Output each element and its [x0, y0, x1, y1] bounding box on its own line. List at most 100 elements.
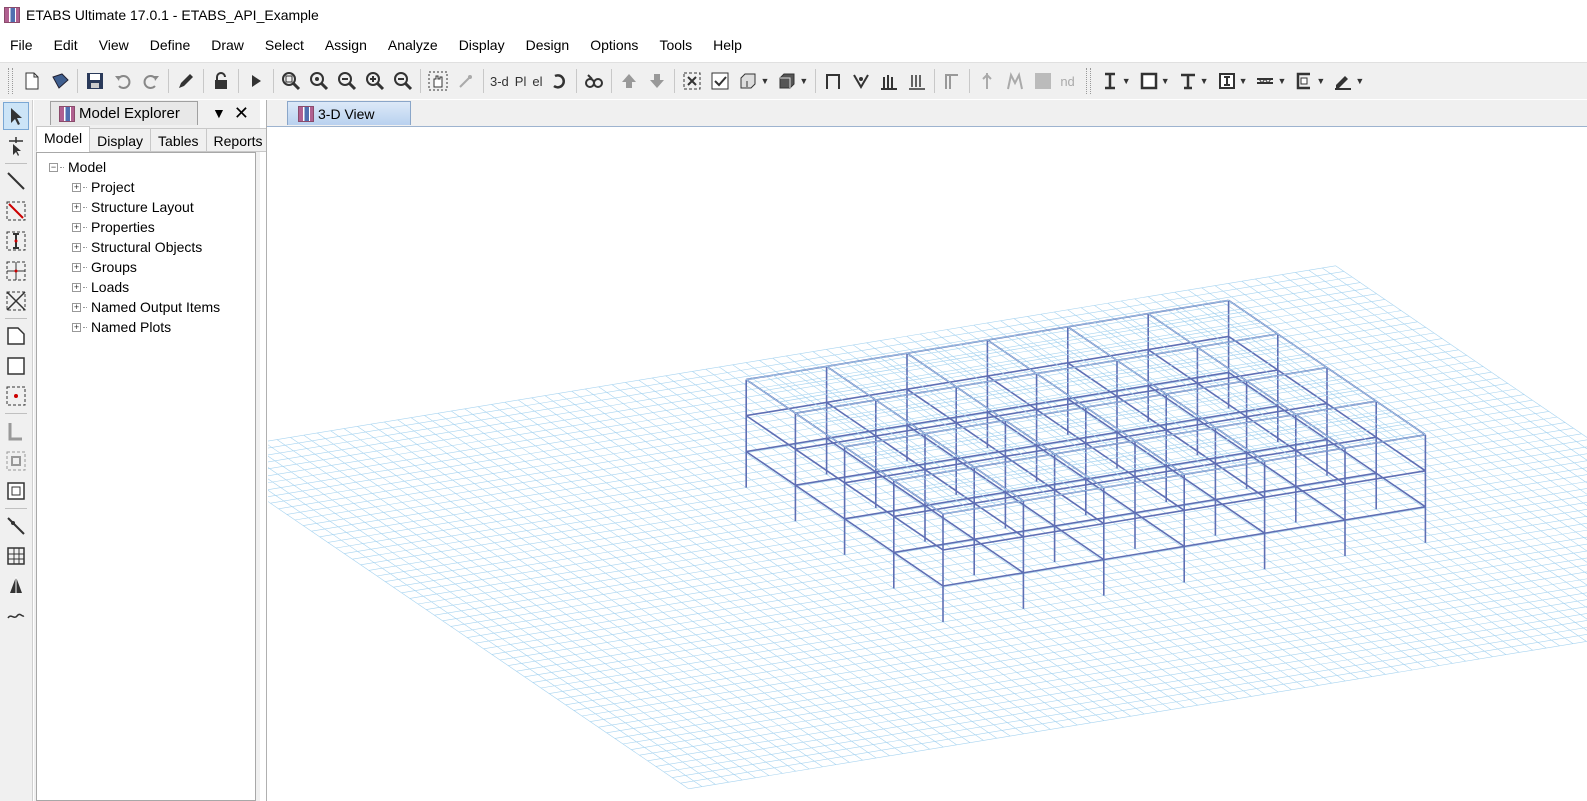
- node-label-button[interactable]: nd: [1057, 74, 1077, 89]
- zoom-out-icon[interactable]: [390, 68, 416, 94]
- dropdown-arrow-icon[interactable]: ▼: [1161, 76, 1170, 86]
- menu-tools[interactable]: Tools: [649, 37, 703, 53]
- tree-item-model[interactable]: − Model: [49, 157, 106, 177]
- frame-icon[interactable]: [820, 68, 846, 94]
- load-icon[interactable]: [904, 68, 930, 94]
- zoom-restore-icon[interactable]: [306, 68, 332, 94]
- menu-select[interactable]: Select: [255, 37, 315, 53]
- draw-brace-region-icon[interactable]: [3, 287, 29, 315]
- dropdown-arrow-icon[interactable]: ▼: [1200, 76, 1209, 86]
- tab-model[interactable]: Model: [36, 126, 91, 152]
- rotate-icon[interactable]: [546, 68, 572, 94]
- dropdown-arrow-icon[interactable]: ▼: [760, 76, 769, 86]
- perspective-icon[interactable]: [581, 68, 607, 94]
- tree-item-structural-objects[interactable]: + Structural Objects: [72, 237, 202, 257]
- draw-wall-icon[interactable]: [3, 417, 29, 445]
- tree-item-groups[interactable]: + Groups: [72, 257, 137, 277]
- lock-icon[interactable]: [208, 68, 234, 94]
- box-section-icon[interactable]: [1136, 68, 1162, 94]
- draw-opening-icon[interactable]: [3, 477, 29, 505]
- zoom-in-icon[interactable]: [362, 68, 388, 94]
- spring-icon[interactable]: [1002, 68, 1028, 94]
- expand-icon[interactable]: +: [72, 202, 81, 212]
- menu-draw[interactable]: Draw: [201, 37, 255, 53]
- move-down-icon[interactable]: [644, 68, 670, 94]
- channel-section-icon[interactable]: [1291, 68, 1317, 94]
- tree-item-loads[interactable]: + Loads: [72, 277, 129, 297]
- etabs-app-icon[interactable]: [4, 7, 20, 23]
- dropdown-arrow-icon[interactable]: ▼: [799, 76, 808, 86]
- tab-reports[interactable]: Reports: [205, 128, 271, 152]
- mass-icon[interactable]: [1030, 68, 1056, 94]
- i-section-icon[interactable]: [1097, 68, 1123, 94]
- dropdown-arrow-icon[interactable]: ▼: [1277, 76, 1286, 86]
- set-display-options-icon[interactable]: [707, 68, 733, 94]
- menu-analyze[interactable]: Analyze: [378, 37, 449, 53]
- tree-item-named-output-items[interactable]: + Named Output Items: [72, 297, 220, 317]
- menu-file[interactable]: File: [0, 37, 44, 53]
- menu-display[interactable]: Display: [449, 37, 516, 53]
- model-explorer-tab[interactable]: Model Explorer: [50, 101, 198, 125]
- select-pointer-icon[interactable]: [453, 68, 479, 94]
- expand-icon[interactable]: +: [72, 262, 81, 272]
- run-icon[interactable]: [243, 68, 269, 94]
- 3d-model-canvas[interactable]: [268, 127, 1587, 801]
- draw-secondary-beam-icon[interactable]: [3, 257, 29, 285]
- draw-frame-icon[interactable]: [3, 167, 29, 195]
- i-box-section-icon[interactable]: [1214, 68, 1240, 94]
- object-shrink-icon[interactable]: [679, 68, 705, 94]
- zoom-window-icon[interactable]: [278, 68, 304, 94]
- dropdown-arrow-icon[interactable]: ▼: [1122, 76, 1131, 86]
- expand-icon[interactable]: +: [72, 182, 81, 192]
- menu-define[interactable]: Define: [140, 37, 201, 53]
- draw-column-region-icon[interactable]: [3, 227, 29, 255]
- elevation-view-button[interactable]: el: [529, 74, 545, 89]
- menu-help[interactable]: Help: [703, 37, 753, 53]
- menu-edit[interactable]: Edit: [44, 37, 89, 53]
- 3d-view-button[interactable]: 3-d: [487, 74, 512, 89]
- new-file-icon[interactable]: [19, 68, 45, 94]
- tree-item-properties[interactable]: + Properties: [72, 217, 155, 237]
- collapse-icon[interactable]: −: [49, 162, 58, 172]
- tab-3d-view[interactable]: 3-D View: [287, 101, 411, 125]
- panel-menu-dropdown-icon[interactable]: ▼: [212, 105, 226, 121]
- column-icon[interactable]: [876, 68, 902, 94]
- extrude-view-icon[interactable]: [774, 68, 800, 94]
- expand-icon[interactable]: +: [72, 242, 81, 252]
- move-up-icon[interactable]: [616, 68, 642, 94]
- zoom-previous-icon[interactable]: [334, 68, 360, 94]
- expand-icon[interactable]: +: [72, 302, 81, 312]
- menu-design[interactable]: Design: [516, 37, 581, 53]
- tee-section-icon[interactable]: [1175, 68, 1201, 94]
- tree-item-named-plots[interactable]: + Named Plots: [72, 317, 171, 337]
- dropdown-arrow-icon[interactable]: ▼: [1316, 76, 1325, 86]
- draw-reference-line-icon[interactable]: [3, 602, 29, 630]
- reshape-icon[interactable]: [3, 132, 29, 160]
- toolbar-grip[interactable]: [1085, 68, 1091, 94]
- draw-link-icon[interactable]: [3, 512, 29, 540]
- menu-view[interactable]: View: [89, 37, 140, 53]
- pointer-icon[interactable]: [3, 102, 29, 130]
- brace-icon[interactable]: [848, 68, 874, 94]
- draw-tool-icon[interactable]: [1330, 68, 1356, 94]
- open-file-icon[interactable]: [47, 68, 73, 94]
- building-view-icon[interactable]: [735, 68, 761, 94]
- draw-rectangle-icon[interactable]: [3, 352, 29, 380]
- plan-view-button[interactable]: Pl: [512, 74, 530, 89]
- close-icon[interactable]: ✕: [234, 103, 249, 124]
- quick-draw-wall-icon[interactable]: [3, 447, 29, 475]
- dropdown-arrow-icon[interactable]: ▼: [1355, 76, 1364, 86]
- restraint-icon[interactable]: [939, 68, 965, 94]
- tab-tables[interactable]: Tables: [150, 128, 207, 152]
- quick-draw-area-icon[interactable]: [3, 382, 29, 410]
- tree-item-project[interactable]: + Project: [72, 177, 135, 197]
- pan-icon[interactable]: [425, 68, 451, 94]
- deck-section-icon[interactable]: [1252, 68, 1278, 94]
- menu-assign[interactable]: Assign: [315, 37, 378, 53]
- expand-icon[interactable]: +: [72, 222, 81, 232]
- redo-icon[interactable]: [138, 68, 164, 94]
- toolbar-grip[interactable]: [8, 68, 13, 94]
- tree-item-structure-layout[interactable]: + Structure Layout: [72, 197, 194, 217]
- menu-options[interactable]: Options: [580, 37, 649, 53]
- draw-beam-region-icon[interactable]: [3, 197, 29, 225]
